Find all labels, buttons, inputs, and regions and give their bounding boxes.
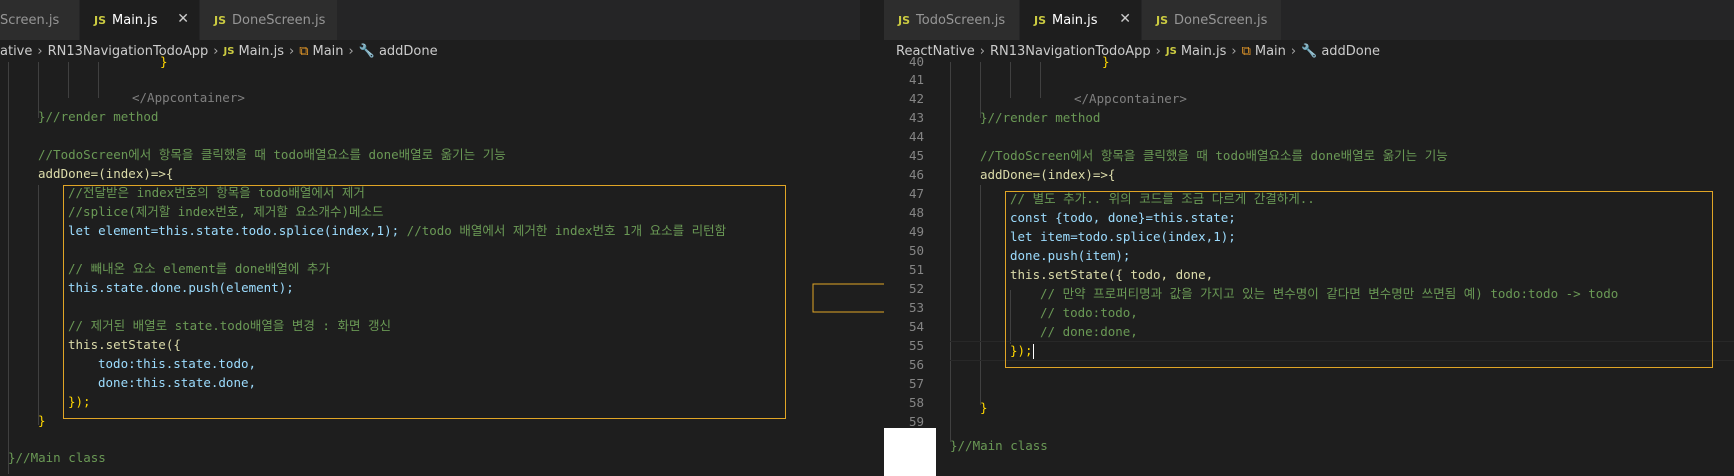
tab-label: TodoScreen.js	[916, 12, 1006, 28]
method-wrench-icon: 🔧	[1301, 43, 1318, 59]
line-number: 57	[908, 376, 924, 391]
line-number: 54	[908, 319, 924, 334]
code-line: }	[980, 400, 988, 415]
js-file-icon: JS	[94, 13, 107, 27]
code-line: </Appcontainer>	[1074, 91, 1187, 106]
line-number: 46	[908, 167, 924, 182]
code-line: }//render method	[38, 109, 159, 124]
code-line: }	[160, 54, 168, 69]
breadcrumb-item[interactable]: addDone	[379, 44, 438, 59]
line-number: 43	[908, 110, 924, 125]
tab-label: DoneScreen.js	[232, 12, 326, 28]
js-file-icon: JS	[1156, 13, 1169, 27]
code-line: </Appcontainer>	[132, 90, 245, 105]
line-number: 44	[908, 129, 924, 144]
indent-guide	[98, 62, 99, 98]
line-number: 47	[908, 186, 924, 201]
tab-screen-js[interactable]: Screen.js	[0, 0, 80, 40]
breadcrumb-item[interactable]: RN13NavigationTodoApp	[48, 44, 209, 59]
line-number: 45	[908, 148, 924, 163]
tab-donescreen-js[interactable]: JS DoneScreen.js	[200, 0, 338, 40]
breadcrumb-item[interactable]: Main	[1255, 44, 1286, 59]
code-line: }//render method	[980, 110, 1101, 125]
line-number: 42	[908, 91, 924, 106]
close-icon[interactable]: ✕	[177, 11, 189, 27]
breadcrumb: ative › RN13NavigationTodoApp › JS Main.…	[0, 40, 860, 62]
tab-label: Main.js	[1052, 12, 1098, 28]
tab-label: Main.js	[112, 12, 158, 28]
js-file-icon: JS	[214, 13, 227, 27]
chevron-right-icon: ›	[1231, 43, 1237, 59]
breadcrumb: ReactNative › RN13NavigationTodoApp › JS…	[884, 40, 1734, 62]
chevron-right-icon: ›	[37, 43, 43, 59]
line-number: 49	[908, 224, 924, 239]
right-tab-bar: JS TodoScreen.js JS Main.js ✕ JS DoneScr…	[884, 0, 1734, 40]
indent-guide	[8, 62, 9, 474]
tab-main-js[interactable]: JS Main.js ✕	[80, 0, 200, 40]
method-wrench-icon: 🔧	[358, 43, 375, 59]
chevron-right-icon: ›	[213, 43, 219, 59]
tab-main-js[interactable]: JS Main.js ✕	[1020, 0, 1142, 40]
indent-guide	[1040, 62, 1041, 98]
highlight-box	[1005, 191, 1713, 368]
line-number: 48	[908, 205, 924, 220]
class-cube-icon: ⧉	[299, 43, 309, 59]
chevron-right-icon: ›	[1290, 43, 1297, 59]
chevron-right-icon: ›	[979, 43, 985, 59]
line-number: 52	[908, 281, 924, 296]
js-file-icon: JS	[898, 13, 911, 27]
line-number: 56	[908, 357, 924, 372]
breadcrumb-item[interactable]: Main.js	[238, 44, 284, 59]
line-number: 40	[908, 54, 924, 69]
line-number: 41	[908, 72, 924, 87]
indent-guide	[980, 185, 981, 405]
white-overlay-block	[884, 428, 936, 476]
js-file-icon: JS	[1165, 45, 1177, 57]
line-number: 58	[908, 395, 924, 410]
breadcrumb-item[interactable]: ative	[0, 44, 32, 59]
line-number: 51	[908, 262, 924, 277]
tab-label: DoneScreen.js	[1174, 12, 1268, 28]
code-line: addDone=(index)=>{	[38, 166, 174, 181]
right-editor-pane: JS TodoScreen.js JS Main.js ✕ JS DoneScr…	[884, 0, 1734, 476]
line-number: 50	[908, 243, 924, 258]
tab-todoscreen-js[interactable]: JS TodoScreen.js	[884, 0, 1020, 40]
breadcrumb-item[interactable]: addDone	[1321, 44, 1380, 59]
tab-donescreen-js[interactable]: JS DoneScreen.js	[1142, 0, 1282, 40]
code-line: }//Main class	[8, 450, 106, 465]
chevron-right-icon: ›	[289, 43, 295, 59]
highlight-box	[63, 185, 786, 419]
breadcrumb-item[interactable]: RN13NavigationTodoApp	[990, 44, 1151, 59]
js-file-icon: JS	[1034, 13, 1047, 27]
line-number: 53	[908, 300, 924, 315]
code-line: //TodoScreen에서 항목을 클릭했을 때 todo배열요소를 done…	[980, 148, 1448, 163]
code-line: }	[1102, 54, 1110, 69]
indent-guide	[950, 62, 951, 442]
indent-guide	[38, 185, 39, 425]
code-line: }//Main class	[950, 438, 1048, 453]
breadcrumb-item[interactable]: Main	[313, 44, 344, 59]
close-icon[interactable]: ✕	[1119, 11, 1131, 27]
code-line: //TodoScreen에서 항목을 클릭했을 때 todo배열요소를 done…	[38, 147, 506, 162]
js-file-icon: JS	[223, 45, 235, 57]
code-line: addDone=(index)=>{	[980, 167, 1116, 182]
pane-gap	[860, 0, 884, 476]
class-cube-icon: ⧉	[1241, 43, 1251, 59]
left-editor-pane: Screen.js JS Main.js ✕ JS DoneScreen.js …	[0, 0, 860, 476]
tab-label: Screen.js	[0, 12, 60, 28]
indent-guide	[68, 62, 69, 98]
indent-guide	[1010, 62, 1011, 98]
chevron-right-icon: ›	[348, 43, 354, 59]
breadcrumb-item[interactable]: Main.js	[1181, 44, 1227, 59]
line-number: 55	[908, 338, 924, 353]
chevron-right-icon: ›	[1155, 43, 1161, 59]
left-tab-bar: Screen.js JS Main.js ✕ JS DoneScreen.js	[0, 0, 860, 40]
code-line: }	[38, 413, 46, 428]
